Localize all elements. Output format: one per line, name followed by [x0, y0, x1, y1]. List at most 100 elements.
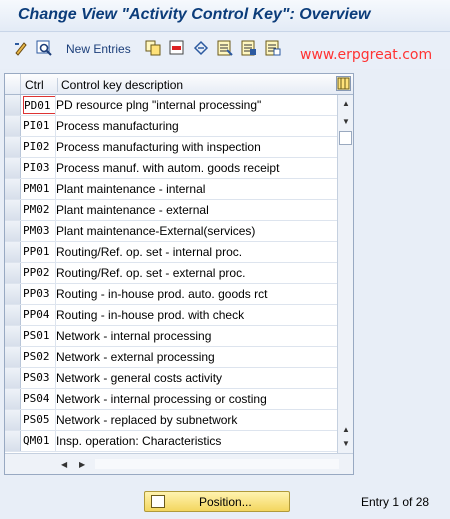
- row-selector[interactable]: [5, 389, 21, 409]
- row-selector[interactable]: [5, 95, 21, 115]
- scroll-down-icon[interactable]: ▼: [342, 439, 350, 448]
- ctrl-cell[interactable]: PI03: [23, 161, 55, 174]
- scroll-up-icon[interactable]: ▲: [342, 99, 350, 108]
- change-display-icon[interactable]: [12, 39, 30, 57]
- position-icon: [151, 495, 165, 508]
- description-cell[interactable]: Plant maintenance - internal: [56, 182, 205, 196]
- table-row[interactable]: PM03 Plant maintenance-External(services): [5, 221, 337, 242]
- description-cell[interactable]: Network - internal processing or costing: [56, 392, 267, 406]
- description-cell[interactable]: Plant maintenance - external: [56, 203, 209, 217]
- ctrl-cell[interactable]: PP01: [23, 245, 55, 258]
- row-selector[interactable]: [5, 179, 21, 199]
- position-button[interactable]: Position...: [144, 491, 290, 512]
- ctrl-cell[interactable]: PM01: [23, 182, 55, 195]
- ctrl-cell[interactable]: PS04: [23, 392, 55, 405]
- ctrl-cell[interactable]: PP03: [23, 287, 55, 300]
- delete-icon[interactable]: [168, 39, 186, 57]
- table-row[interactable]: PP03 Routing - in-house prod. auto. goods…: [5, 284, 337, 305]
- description-cell[interactable]: Network - replaced by subnetwork: [56, 413, 237, 427]
- scroll-down-page-icon[interactable]: ▼: [342, 117, 350, 126]
- table-row[interactable]: PI01 Process manufacturing: [5, 116, 337, 137]
- find-icon[interactable]: [35, 39, 53, 57]
- copy-icon[interactable]: [144, 39, 162, 57]
- column-header-ctrl[interactable]: Ctrl: [25, 78, 44, 92]
- description-cell[interactable]: Process manuf. with autom. goods receipt: [56, 161, 279, 175]
- table-row[interactable]: PP02 Routing/Ref. op. set - external proc…: [5, 263, 337, 284]
- ctrl-cell[interactable]: PP04: [23, 308, 55, 321]
- table-row[interactable]: PM02 Plant maintenance - external: [5, 200, 337, 221]
- table-row[interactable]: PS04 Network - internal processing or cos…: [5, 389, 337, 410]
- select-block-icon[interactable]: [240, 39, 258, 57]
- ctrl-cell[interactable]: PS03: [23, 371, 55, 384]
- ctrl-cell[interactable]: PI01: [23, 119, 55, 132]
- table-row[interactable]: PM01 Plant maintenance - internal: [5, 179, 337, 200]
- row-selector[interactable]: [5, 116, 21, 136]
- description-cell[interactable]: Network - internal processing: [56, 329, 211, 343]
- row-selector[interactable]: [5, 347, 21, 367]
- position-button-label: Position...: [199, 495, 252, 509]
- description-cell[interactable]: Network - external processing: [56, 350, 215, 364]
- scroll-right-page-icon[interactable]: ▶: [79, 460, 85, 469]
- ctrl-cell[interactable]: PS05: [23, 413, 55, 426]
- select-all-rows-button[interactable]: [5, 74, 21, 94]
- description-cell[interactable]: Plant maintenance-External(services): [56, 224, 255, 238]
- ctrl-cell[interactable]: PM03: [23, 224, 55, 237]
- row-selector[interactable]: [5, 431, 21, 451]
- table-row[interactable]: PP04 Routing - in-house prod. with check: [5, 305, 337, 326]
- description-cell[interactable]: Routing - in-house prod. auto. goods rct: [56, 287, 267, 301]
- row-selector[interactable]: [5, 242, 21, 262]
- row-selector[interactable]: [5, 305, 21, 325]
- undo-icon[interactable]: [192, 39, 210, 57]
- ctrl-cell[interactable]: PI02: [23, 140, 55, 153]
- table-row[interactable]: PI02 Process manufacturing with inspectio…: [5, 137, 337, 158]
- ctrl-cell[interactable]: PM02: [23, 203, 55, 216]
- description-cell[interactable]: Routing - in-house prod. with check: [56, 308, 244, 322]
- scroll-thumb[interactable]: [339, 131, 352, 145]
- description-cell[interactable]: Network - general costs activity: [56, 371, 222, 385]
- activity-control-key-table: Ctrl Control key description PD01 PD reso…: [4, 73, 354, 475]
- description-cell[interactable]: Routing/Ref. op. set - external proc.: [56, 266, 245, 280]
- select-all-icon[interactable]: [216, 39, 234, 57]
- row-selector[interactable]: [5, 410, 21, 430]
- title-bar: Change View "Activity Control Key": Over…: [0, 0, 450, 32]
- entry-count-text: Entry 1 of 28: [361, 495, 430, 509]
- horizontal-scrollbar[interactable]: ◀ ▶: [5, 453, 353, 474]
- description-cell[interactable]: Insp. operation: Characteristics: [56, 434, 221, 448]
- scroll-up-end-icon[interactable]: ▲: [342, 425, 350, 434]
- deselect-all-icon[interactable]: [264, 39, 282, 57]
- ctrl-cell[interactable]: QM01: [23, 434, 55, 447]
- column-header-description[interactable]: Control key description: [57, 78, 183, 92]
- row-selector[interactable]: [5, 158, 21, 178]
- table-row[interactable]: PS05 Network - replaced by subnetwork: [5, 410, 337, 431]
- description-cell[interactable]: Process manufacturing with inspection: [56, 140, 261, 154]
- table-row[interactable]: PI03 Process manuf. with autom. goods rec…: [5, 158, 337, 179]
- scroll-left-icon[interactable]: ◀: [61, 460, 67, 469]
- vertical-scrollbar[interactable]: ▲ ▼ ▲ ▼: [337, 95, 353, 453]
- ctrl-cell[interactable]: PS02: [23, 350, 55, 363]
- table-row[interactable]: PP01 Routing/Ref. op. set - internal proc…: [5, 242, 337, 263]
- table-settings-icon[interactable]: [336, 76, 351, 91]
- description-cell[interactable]: Routing/Ref. op. set - internal proc.: [56, 245, 242, 259]
- ctrl-cell[interactable]: PS01: [23, 329, 55, 342]
- ctrl-cell[interactable]: PD01: [23, 96, 55, 114]
- row-selector[interactable]: [5, 137, 21, 157]
- table-header: Ctrl Control key description: [5, 74, 353, 95]
- table-row[interactable]: PS03 Network - general costs activity: [5, 368, 337, 389]
- table-row[interactable]: PS01 Network - internal processing: [5, 326, 337, 347]
- row-selector[interactable]: [5, 284, 21, 304]
- description-cell[interactable]: Process manufacturing: [56, 119, 179, 133]
- window-title: Change View "Activity Control Key": Over…: [18, 6, 371, 23]
- table-row[interactable]: PD01 PD resource plng "internal processin…: [5, 95, 337, 116]
- description-cell[interactable]: PD resource plng "internal processing": [56, 98, 261, 112]
- row-selector[interactable]: [5, 326, 21, 346]
- table-body: PD01 PD resource plng "internal processin…: [5, 95, 337, 452]
- row-selector[interactable]: [5, 221, 21, 241]
- table-row[interactable]: PS02 Network - external processing: [5, 347, 337, 368]
- row-selector[interactable]: [5, 200, 21, 220]
- ctrl-cell[interactable]: PP02: [23, 266, 55, 279]
- row-selector[interactable]: [5, 368, 21, 388]
- horizontal-scroll-track[interactable]: [95, 459, 339, 469]
- new-entries-button[interactable]: New Entries: [66, 42, 131, 56]
- table-row[interactable]: QM01 Insp. operation: Characteristics: [5, 431, 337, 452]
- row-selector[interactable]: [5, 263, 21, 283]
